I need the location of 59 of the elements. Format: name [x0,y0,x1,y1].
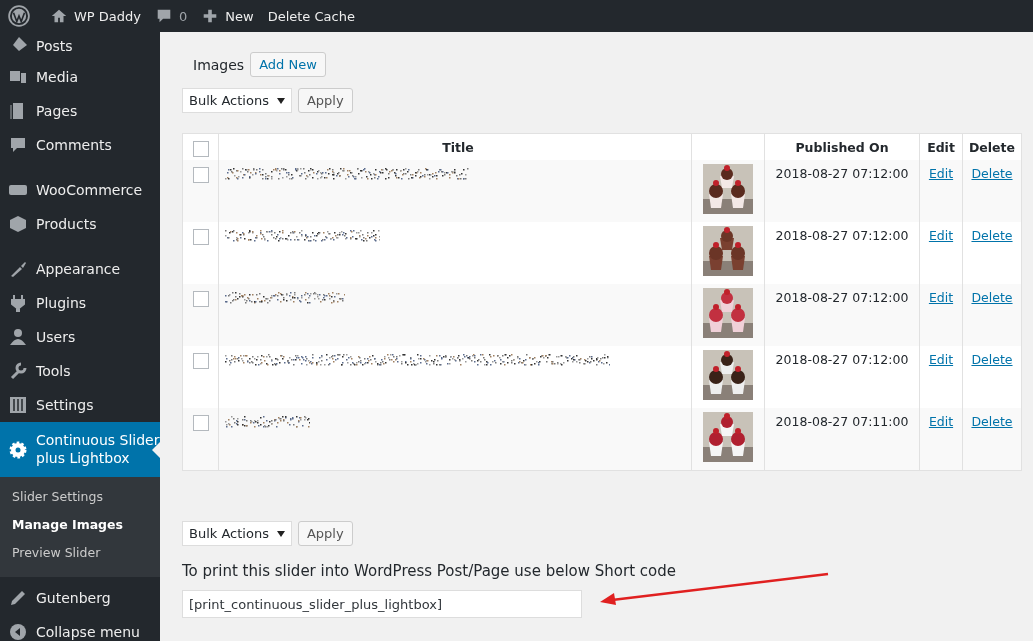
apply-button[interactable]: Apply [297,521,353,546]
sliders-icon [8,395,28,415]
bulk-actions-dropdown[interactable]: Bulk Actions [182,88,292,113]
sidebar-item[interactable]: Pages [0,94,160,128]
comments-link[interactable]: 0 [155,7,188,25]
sidebar-item[interactable]: Gutenberg [0,581,160,615]
row-checkbox[interactable] [192,291,209,307]
site-link[interactable]: WP Daddy [50,7,141,25]
submenu-item[interactable]: Manage Images [0,511,160,539]
sidebar-item[interactable]: Settings [0,388,160,422]
gear-icon [8,439,28,460]
edit-link[interactable]: Edit [928,290,954,305]
sidebar-item[interactable]: Users [0,320,160,354]
sidebar-item[interactable]: Products [0,207,160,241]
sidebar-item[interactable]: WooCommerce [0,173,160,207]
box-icon [8,214,28,234]
delete-link[interactable]: Delete [971,228,1013,243]
edit-link[interactable]: Edit [928,166,954,181]
bulk-actions-dropdown[interactable]: Bulk Actions [182,521,292,546]
select-all-checkbox[interactable] [192,141,209,157]
new-link[interactable]: New [201,7,254,25]
sidebar-item[interactable]: Media [0,60,160,94]
row-checkbox[interactable] [192,167,209,183]
sidebar-item[interactable]: Continuous Slider plus Lightbox [0,422,160,477]
row-checkbox[interactable] [192,353,209,369]
sidebar-item[interactable]: Tools [0,354,160,388]
add-new-button[interactable]: Add New [250,52,326,77]
delete-link[interactable]: Delete [971,166,1013,181]
published-date: 2018-08-27 07:11:00 [765,408,920,470]
delete-link[interactable]: Delete [971,352,1013,367]
shortcode-field[interactable]: [print_continuous_slider_plus_lightbox] [182,590,582,618]
sidebar-item[interactable]: Comments [0,128,160,162]
edit-link[interactable]: Edit [928,352,954,367]
speech-bubble-icon [8,135,28,155]
published-date: 2018-08-27 07:12:00 [765,284,920,346]
submenu-item[interactable]: Preview Slider [0,539,160,567]
wrench-icon [8,361,28,381]
sidebar-item[interactable]: Plugins [0,286,160,320]
shortcode-instruction: To print this slider into WordPress Post/Page use below Short code [182,562,677,580]
row-checkbox[interactable] [192,415,209,431]
sidebar-item[interactable]: Posts [0,32,160,60]
delete-link[interactable]: Delete [971,290,1013,305]
page-title: Images [193,56,245,73]
published-date: 2018-08-27 07:12:00 [765,160,920,222]
sidebar-item[interactable]: Appearance [0,252,160,286]
column-header: Delete [967,139,1017,157]
home-icon [50,7,68,25]
sidebar-item[interactable]: Collapse menu [0,615,160,641]
delete-link[interactable]: Delete [971,414,1013,429]
user-icon [8,327,28,347]
submenu-item[interactable]: Slider Settings [0,483,160,511]
edit-link[interactable]: Edit [928,414,954,429]
delete-cache-link[interactable]: Delete Cache [267,8,355,24]
pencil-icon [8,588,28,608]
plug-icon [8,293,28,313]
apply-button[interactable]: Apply [297,88,353,113]
row-checkbox[interactable] [192,229,209,245]
edit-link[interactable]: Edit [928,228,954,243]
wordpress-logo-icon[interactable] [8,5,30,27]
